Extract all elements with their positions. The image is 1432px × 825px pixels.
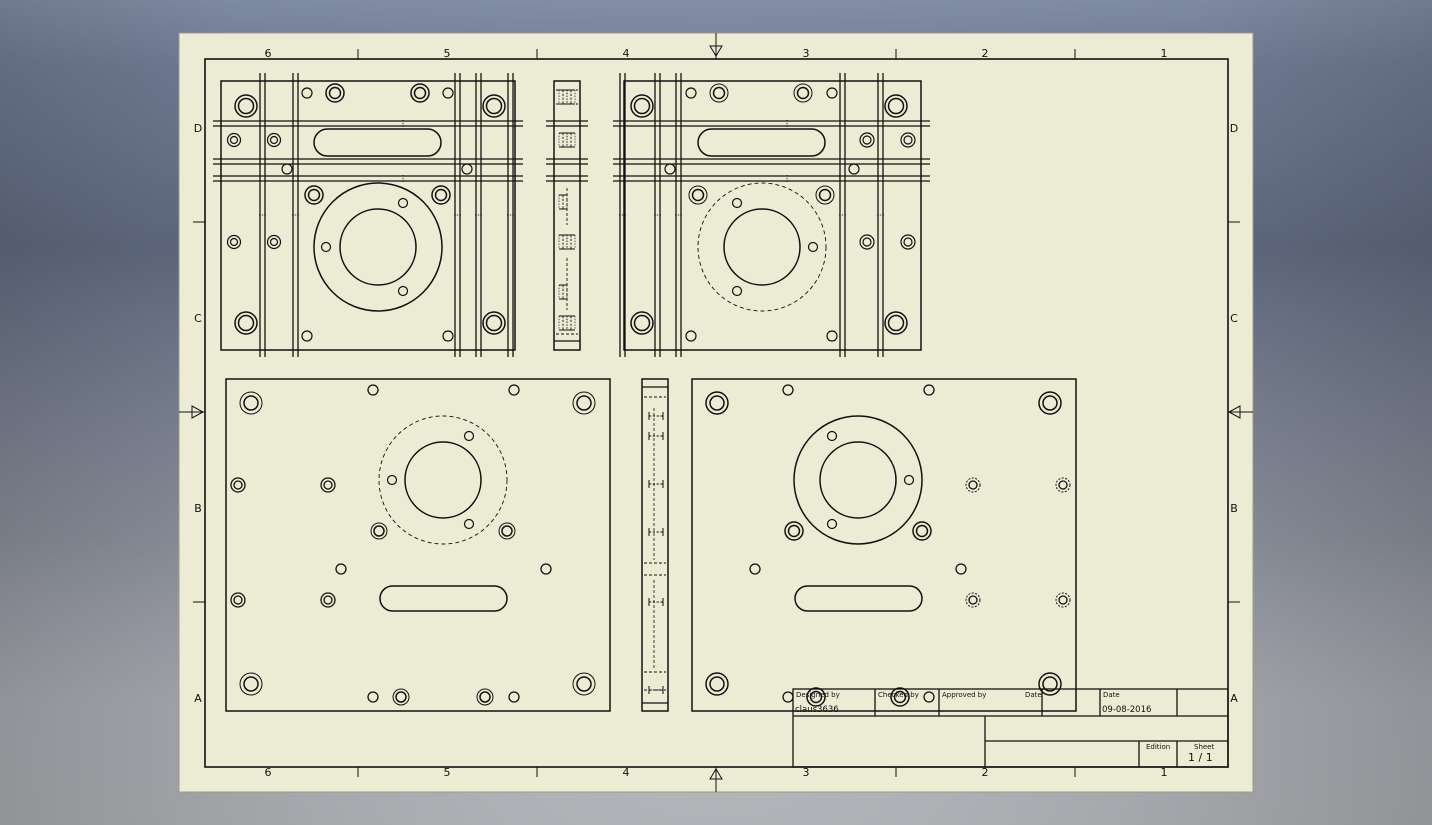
checked-by-label: Checked by: [878, 691, 919, 699]
sheet-label: Sheet: [1194, 743, 1214, 751]
zone-label-bottom-5: 5: [444, 766, 451, 779]
zone-label-bottom-1: 1: [1161, 766, 1168, 779]
zone-label-right-c: C: [1230, 312, 1238, 325]
drawing-sheet[interactable]: 6 5 4 3 2 1 6 5 4 3 2 1 D C B A D C B A: [0, 0, 1432, 825]
designed-by-value: claus3636: [795, 705, 839, 715]
approved-by-label: Approved by: [942, 691, 986, 699]
designed-by-label: Designed by: [796, 691, 840, 699]
edition-label: Edition: [1146, 743, 1170, 751]
zone-label-left-a: A: [194, 692, 202, 705]
zone-label-top-3: 3: [803, 47, 810, 60]
zone-label-left-c: C: [194, 312, 202, 325]
zone-label-top-1: 1: [1161, 47, 1168, 60]
zone-label-left-d: D: [194, 122, 202, 135]
zone-label-bottom-6: 6: [265, 766, 272, 779]
zone-label-bottom-4: 4: [623, 766, 630, 779]
zone-label-top-2: 2: [982, 47, 989, 60]
zone-label-top-4: 4: [623, 47, 630, 60]
zone-label-right-b: B: [1230, 502, 1238, 515]
date-value: 09-08-2016: [1102, 705, 1151, 715]
zone-label-bottom-2: 2: [982, 766, 989, 779]
sheet-value: 1 / 1: [1188, 751, 1213, 764]
zone-label-top-5: 5: [444, 47, 451, 60]
paper-sheet: [178, 32, 1254, 793]
approval-date-label: Date: [1025, 691, 1042, 699]
date-label: Date: [1103, 691, 1120, 699]
zone-label-right-a: A: [1230, 692, 1238, 705]
zone-label-bottom-3: 3: [803, 766, 810, 779]
zone-label-left-b: B: [194, 502, 202, 515]
zone-label-top-6: 6: [265, 47, 272, 60]
zone-label-right-d: D: [1230, 122, 1238, 135]
